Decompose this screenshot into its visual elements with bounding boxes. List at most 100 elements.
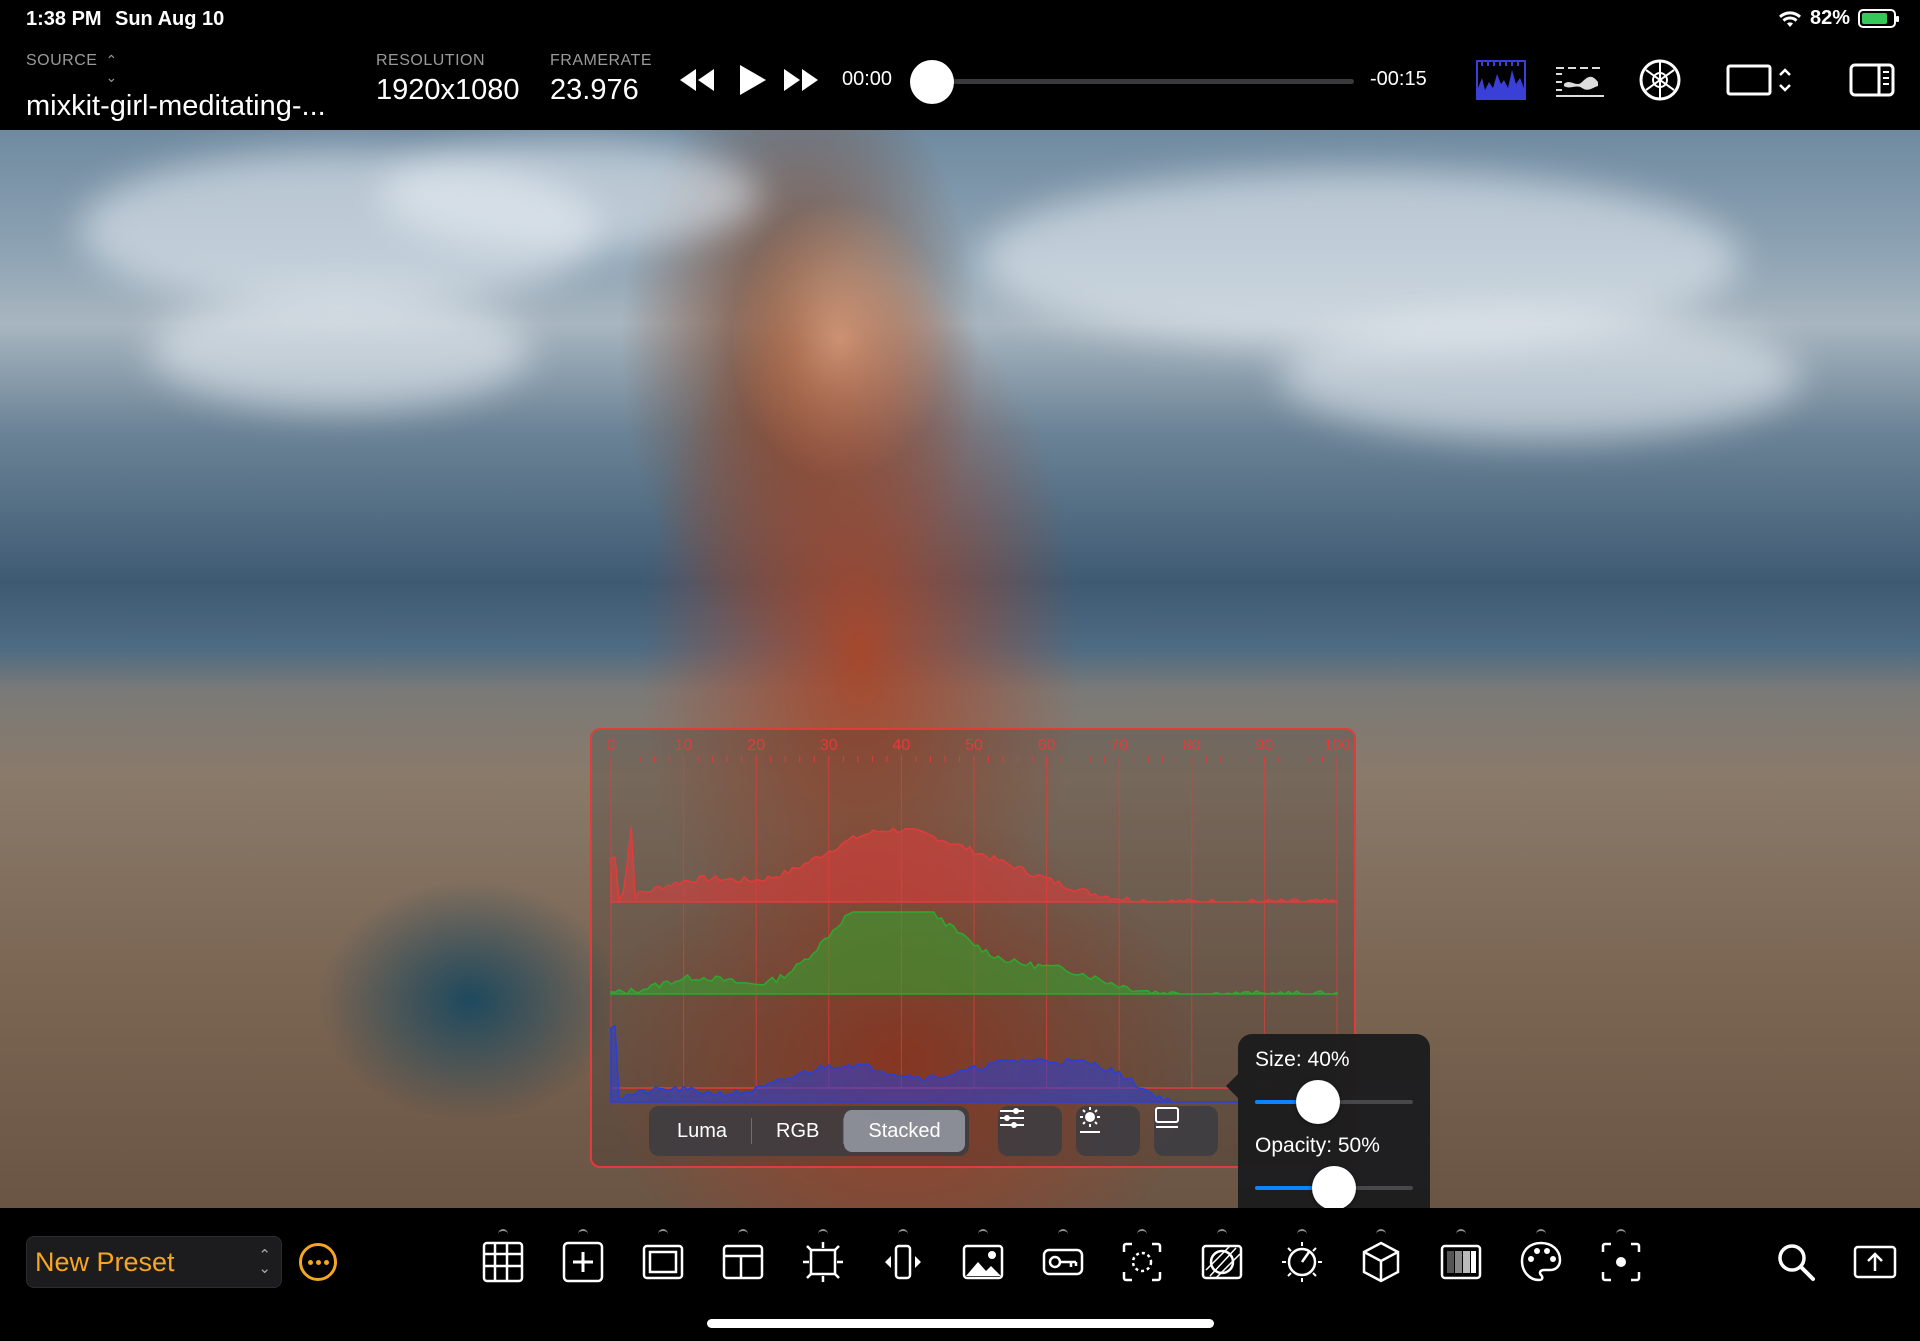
framerate-label: FRAMERATE bbox=[550, 52, 652, 69]
popover-arrow bbox=[1226, 1074, 1238, 1098]
zebra-icon bbox=[1201, 1244, 1243, 1280]
rewind-icon bbox=[680, 69, 714, 91]
histogram-size-opacity-popover: Size: 40% Opacity: 50% bbox=[1226, 1034, 1430, 1208]
layout-icon bbox=[722, 1244, 764, 1280]
sliders-icon bbox=[1000, 1108, 1024, 1128]
search-button[interactable] bbox=[1772, 1238, 1820, 1286]
more-icon bbox=[307, 1259, 313, 1265]
sidebar-icon bbox=[1849, 63, 1895, 97]
status-time: 1:38 PM bbox=[26, 8, 102, 30]
status-right: 82% bbox=[1778, 7, 1899, 30]
aspect-selector-button[interactable] bbox=[1724, 58, 1798, 102]
preset-selector[interactable]: New Preset ⌃ ⌄ bbox=[26, 1236, 282, 1288]
play-button[interactable] bbox=[732, 58, 772, 102]
histogram-display-button[interactable] bbox=[1154, 1106, 1218, 1156]
size-label: Size: 40% bbox=[1255, 1048, 1350, 1071]
palette-icon bbox=[1520, 1241, 1562, 1282]
vectorscope-icon bbox=[1639, 59, 1681, 101]
play-icon bbox=[740, 65, 766, 95]
source-value: mixkit-girl-meditating-... bbox=[26, 90, 326, 122]
menu-indicator bbox=[978, 1229, 988, 1234]
remaining-time: -00:15 bbox=[1370, 68, 1427, 90]
menu-indicator bbox=[1137, 1229, 1147, 1234]
cloud bbox=[1280, 310, 1800, 440]
video-viewer[interactable]: 0 10 20 30 40 50 60 70 80 90 100 Luma RGB Stacked … bbox=[0, 130, 1920, 1208]
export-button[interactable] bbox=[1851, 1238, 1899, 1286]
fast-forward-icon bbox=[784, 69, 818, 91]
grid-tool-button[interactable] bbox=[479, 1229, 527, 1286]
layout-tool-button[interactable] bbox=[719, 1229, 767, 1286]
frame-tool-button[interactable] bbox=[639, 1229, 687, 1286]
cube-tool-button[interactable] bbox=[1357, 1229, 1405, 1286]
scrubber-track[interactable] bbox=[910, 60, 1354, 104]
record-icon bbox=[1601, 1242, 1641, 1282]
add-box-tool-button[interactable] bbox=[559, 1229, 607, 1286]
scale-label: 50 bbox=[965, 737, 983, 754]
mode-luma[interactable]: Luma bbox=[653, 1110, 751, 1152]
scale-label: 60 bbox=[1038, 737, 1056, 754]
exposure-tool-button[interactable] bbox=[1278, 1229, 1326, 1286]
histogram-brightness-button[interactable] bbox=[1076, 1106, 1140, 1156]
cloud bbox=[380, 140, 760, 250]
image-icon bbox=[962, 1244, 1004, 1280]
preset-name: New Preset bbox=[35, 1247, 175, 1277]
scrubber-thumb[interactable] bbox=[910, 60, 954, 104]
opacity-slider-knob[interactable] bbox=[1312, 1166, 1356, 1208]
zebra-tool-button[interactable] bbox=[1198, 1229, 1246, 1286]
exposure-icon bbox=[1282, 1242, 1322, 1282]
menu-indicator bbox=[1536, 1229, 1546, 1234]
scale-label: 20 bbox=[747, 737, 765, 754]
rewind-button[interactable] bbox=[676, 60, 718, 100]
fast-forward-button[interactable] bbox=[780, 60, 822, 100]
histogram-mode-segmented-control[interactable]: Luma RGB Stacked bbox=[649, 1106, 969, 1156]
brightness-icon bbox=[1080, 1107, 1100, 1133]
battery-percent: 82% bbox=[1809, 7, 1850, 29]
source-label: SOURCE bbox=[26, 52, 98, 69]
histogram-settings-button[interactable] bbox=[998, 1106, 1062, 1156]
focus-icon bbox=[1122, 1242, 1162, 1282]
image-tool-button[interactable] bbox=[959, 1229, 1007, 1286]
menu-indicator bbox=[658, 1229, 668, 1234]
battery-icon bbox=[1858, 9, 1899, 28]
mode-stacked[interactable]: Stacked bbox=[844, 1110, 965, 1152]
size-slider[interactable] bbox=[1255, 1080, 1413, 1124]
crop-tool-button[interactable] bbox=[799, 1229, 847, 1286]
palette-tool-button[interactable] bbox=[1517, 1229, 1565, 1286]
source-selector[interactable]: SOURCE ⌃ ⌄ mixkit-girl-meditating-... bbox=[26, 52, 326, 123]
wifi-icon bbox=[1778, 10, 1801, 27]
frame-icon bbox=[642, 1244, 684, 1280]
flip-tool-button[interactable] bbox=[879, 1229, 927, 1286]
top-toolbar: SOURCE ⌃ ⌄ mixkit-girl-meditating-... RESO… bbox=[0, 40, 1920, 130]
scale-label: 70 bbox=[1110, 737, 1128, 754]
sidebar-toggle-button[interactable] bbox=[1848, 58, 1896, 102]
vectorscope-toggle-button[interactable] bbox=[1636, 58, 1684, 102]
key-icon bbox=[1042, 1248, 1084, 1276]
more-options-button[interactable] bbox=[299, 1243, 337, 1281]
opacity-slider[interactable] bbox=[1255, 1166, 1413, 1208]
focus-tool-button[interactable] bbox=[1118, 1229, 1166, 1286]
menu-indicator bbox=[1297, 1229, 1307, 1234]
gradient-tool-button[interactable] bbox=[1437, 1229, 1485, 1286]
scale-label: 40 bbox=[893, 737, 911, 754]
histogram-toggle-button[interactable] bbox=[1476, 58, 1526, 102]
mode-rgb[interactable]: RGB bbox=[752, 1110, 843, 1152]
scale-label: 30 bbox=[820, 737, 838, 754]
record-tool-button[interactable] bbox=[1597, 1229, 1645, 1286]
cube-icon bbox=[1362, 1241, 1400, 1283]
chevron-updown-icon: ⌃ ⌄ bbox=[105, 52, 118, 85]
status-date: Sun Aug 10 bbox=[115, 8, 225, 30]
resolution-value: 1920x1080 bbox=[376, 74, 520, 106]
size-slider-knob[interactable] bbox=[1296, 1080, 1341, 1124]
chevron-updown-icon: ⌃ ⌄ bbox=[258, 1247, 271, 1277]
waveform-toggle-button[interactable] bbox=[1554, 58, 1606, 102]
key-tool-button[interactable] bbox=[1039, 1229, 1087, 1286]
menu-indicator bbox=[1376, 1229, 1386, 1234]
scale-label: 80 bbox=[1183, 737, 1201, 754]
scale-label: 90 bbox=[1256, 737, 1274, 754]
scale-label: 100 bbox=[1324, 737, 1351, 754]
menu-indicator bbox=[738, 1229, 748, 1234]
gradient-icon bbox=[1440, 1244, 1482, 1280]
home-indicator bbox=[707, 1319, 1214, 1328]
grid-icon bbox=[482, 1241, 524, 1283]
histogram-icon bbox=[1476, 60, 1526, 100]
